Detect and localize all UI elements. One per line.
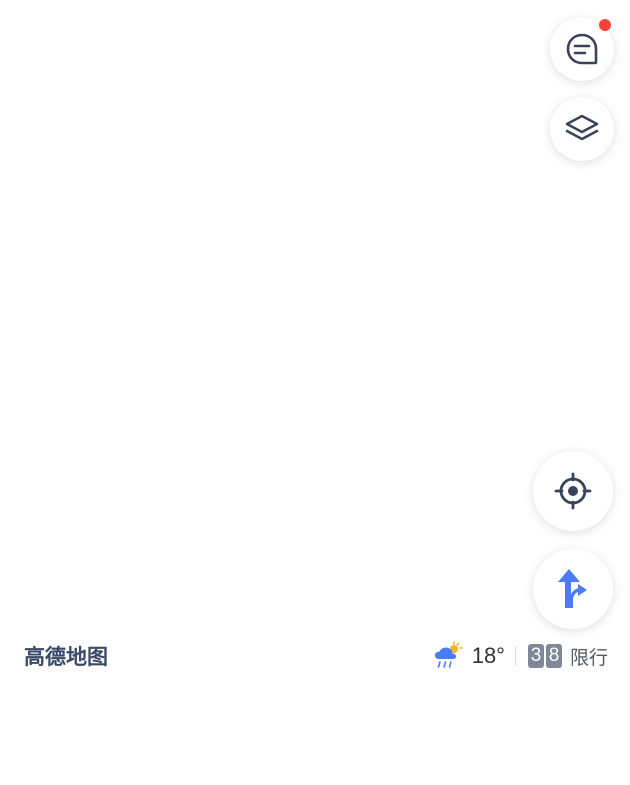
- layers-icon: [565, 114, 599, 141]
- locate-icon: [554, 472, 592, 510]
- weather-restriction-bar[interactable]: 18° 3 8 限行: [432, 639, 608, 673]
- temperature-text: 18°: [471, 643, 505, 668]
- restriction-digit: 3: [527, 644, 544, 668]
- rain-sun-icon: [434, 641, 463, 668]
- divider: [514, 646, 516, 666]
- layers-button[interactable]: [550, 97, 614, 161]
- message-icon: [566, 33, 598, 65]
- restriction-digit: 8: [545, 644, 562, 668]
- route-button[interactable]: [533, 549, 613, 629]
- locate-button[interactable]: [533, 451, 613, 531]
- notification-badge: [599, 19, 611, 31]
- brand-logo: 高德地图: [24, 645, 108, 669]
- map-canvas[interactable]: 高德地图 18° 3 8 限行: [0, 0, 630, 785]
- restriction-label: 限行: [569, 646, 608, 669]
- message-button[interactable]: [550, 17, 614, 81]
- route-arrow-icon: [558, 569, 587, 608]
